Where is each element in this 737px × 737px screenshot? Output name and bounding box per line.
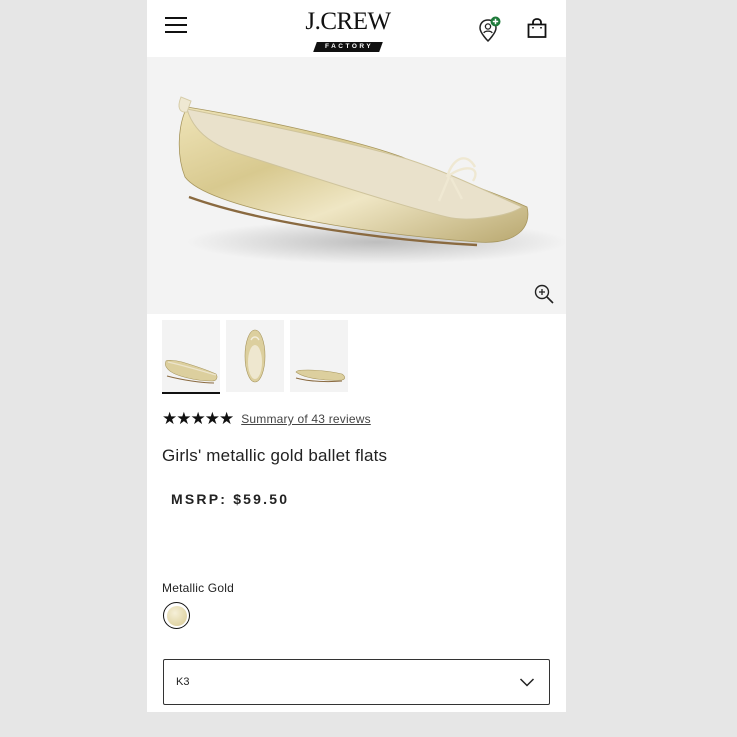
product-main-image[interactable] — [147, 57, 566, 314]
logo-wordmark: J.CREW — [305, 8, 391, 35]
product-title: Girls' metallic gold ballet flats — [162, 446, 388, 465]
color-swatch-metallic-gold[interactable] — [163, 602, 190, 629]
product-price: MSRP: $59.50 — [171, 491, 290, 507]
shopping-bag-icon[interactable] — [526, 17, 548, 39]
chevron-down-icon — [519, 675, 535, 689]
star-rating: ★★★★★ — [162, 409, 234, 428]
site-header: J.CREW FACTORY — [147, 0, 566, 57]
thumbnail-top-view[interactable] — [226, 320, 284, 392]
brand-logo[interactable]: J.CREW FACTORY — [300, 8, 396, 52]
size-selected-value: K3 — [176, 676, 190, 688]
rating-row: ★★★★★ Summary of 43 reviews — [162, 410, 371, 428]
account-pin-icon[interactable] — [478, 16, 502, 44]
color-label: Metallic Gold — [162, 581, 234, 595]
reviews-link[interactable]: Summary of 43 reviews — [241, 412, 371, 426]
hamburger-menu-icon[interactable] — [165, 17, 187, 35]
thumbnail-side-view[interactable] — [162, 320, 220, 392]
thumbnail-profile-view[interactable] — [290, 320, 348, 392]
product-page: J.CREW FACTORY ★★★★★ Summary of 43 revie… — [147, 0, 566, 712]
selected-thumbnail-indicator — [162, 392, 220, 394]
ballet-flat-image — [178, 96, 566, 264]
size-dropdown[interactable]: K3 — [163, 659, 550, 705]
zoom-in-icon[interactable] — [533, 283, 555, 305]
logo-subtext: FACTORY — [324, 43, 374, 50]
